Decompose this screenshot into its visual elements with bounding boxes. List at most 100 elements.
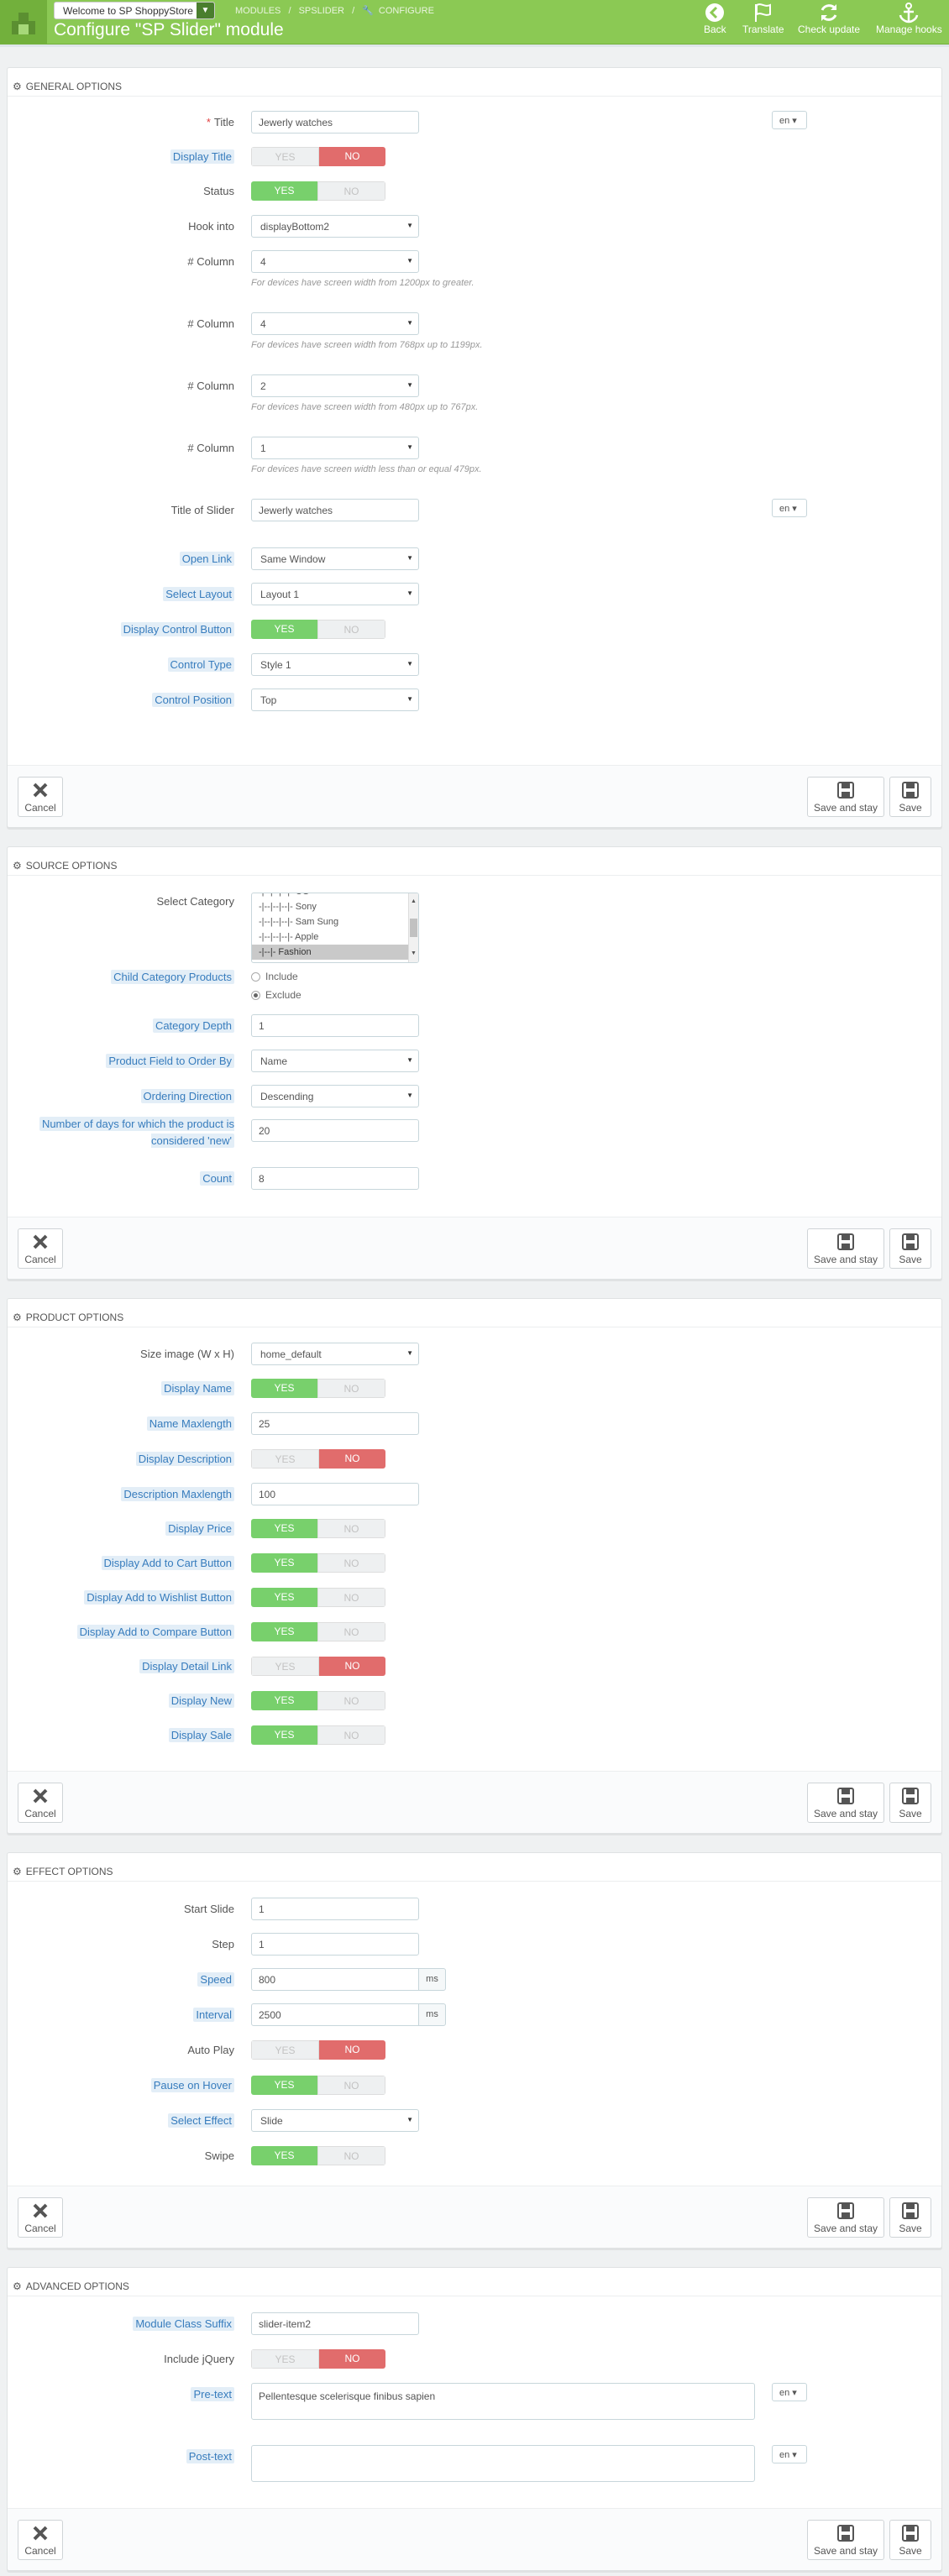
save-button[interactable]: Save: [889, 2520, 931, 2560]
cancel-button[interactable]: Cancel: [18, 2520, 63, 2560]
translate-button[interactable]: Translate: [742, 2, 784, 35]
category-label: Select Category: [156, 895, 235, 908]
add-to-compare-switch[interactable]: YES NO: [251, 1622, 385, 1641]
back-button[interactable]: Back: [704, 2, 726, 35]
list-item[interactable]: -|--|--|--|- Sony: [252, 899, 418, 914]
open-link-select[interactable]: Same Window: [251, 547, 419, 570]
scrollbar[interactable]: ▲ ▼: [408, 893, 418, 962]
post-text-textarea[interactable]: [251, 2445, 755, 2482]
exclude-radio[interactable]: Exclude: [251, 986, 301, 1004]
description-maxlength-input[interactable]: 100: [251, 1483, 419, 1505]
control-button-switch[interactable]: YES NO: [251, 620, 385, 639]
column-sm-select[interactable]: 2: [251, 374, 419, 397]
slider-title-input[interactable]: Jewerly watches: [251, 499, 419, 521]
column-lg-select[interactable]: 4: [251, 250, 419, 273]
hook-select[interactable]: displayBottom2: [251, 215, 419, 238]
save-icon: [902, 2525, 919, 2542]
language-dropdown[interactable]: en ▾: [772, 111, 807, 129]
save-and-stay-button[interactable]: Save and stay: [807, 1228, 884, 1269]
include-jquery-switch[interactable]: YES NO: [251, 2349, 385, 2369]
display-sale-switch[interactable]: YES NO: [251, 1725, 385, 1745]
control-position-select[interactable]: Top: [251, 689, 419, 711]
display-name-switch[interactable]: YES NO: [251, 1379, 385, 1398]
display-new-switch[interactable]: YES NO: [251, 1691, 385, 1710]
interval-input[interactable]: 2500: [251, 2003, 419, 2026]
display-price-switch[interactable]: YES NO: [251, 1519, 385, 1538]
step-input[interactable]: 1: [251, 1933, 419, 1956]
cancel-button[interactable]: Cancel: [18, 777, 63, 817]
help-text: For devices have screen width from 480px…: [251, 402, 479, 412]
class-suffix-input[interactable]: slider-item2: [251, 2312, 419, 2335]
post-text-label: Post-text: [186, 2449, 234, 2464]
panel-footer: Cancel Save and stay Save: [8, 2186, 941, 2248]
add-to-cart-switch[interactable]: YES NO: [251, 1553, 385, 1573]
page-title: Configure "SP Slider" module: [54, 20, 284, 39]
add-to-wishlist-switch[interactable]: YES NO: [251, 1588, 385, 1607]
order-by-select[interactable]: Name: [251, 1050, 419, 1072]
detail-link-switch[interactable]: YES NO: [251, 1657, 385, 1676]
name-maxlength-input[interactable]: 25: [251, 1412, 419, 1435]
save-button[interactable]: Save: [889, 777, 931, 817]
status-switch[interactable]: YES NO: [251, 181, 385, 201]
auto-play-switch[interactable]: YES NO: [251, 2040, 385, 2060]
list-item[interactable]: -|--|--|--|- Apple: [252, 929, 418, 945]
display-title-label: Display Title: [170, 149, 234, 165]
display-description-switch[interactable]: YES NO: [251, 1449, 385, 1469]
manage-hooks-button[interactable]: Manage hooks: [876, 2, 942, 35]
count-input[interactable]: 8: [251, 1167, 419, 1190]
save-and-stay-button[interactable]: Save and stay: [807, 1783, 884, 1823]
cancel-button[interactable]: Cancel: [18, 1228, 63, 1269]
class-suffix-label: Module Class Suffix: [133, 2317, 234, 2332]
refresh-icon: [821, 4, 837, 21]
list-item[interactable]: -|--|--|--|- CG: [252, 893, 418, 899]
display-title-switch[interactable]: YES NO: [251, 147, 385, 166]
check-update-button[interactable]: Check update: [798, 2, 860, 35]
new-days-input[interactable]: 20: [251, 1119, 419, 1142]
save-icon: [837, 1233, 854, 1250]
title-input[interactable]: Jewerly watches: [251, 111, 419, 134]
size-image-select[interactable]: home_default: [251, 1343, 419, 1365]
include-jquery-label: Include jQuery: [164, 2353, 234, 2365]
language-dropdown[interactable]: en ▾: [772, 2383, 807, 2401]
category-depth-input[interactable]: 1: [251, 1014, 419, 1037]
help-text: For devices have screen width less than …: [251, 464, 482, 474]
column-xs-select[interactable]: 1: [251, 437, 419, 459]
cogs-icon: ⚙: [13, 2280, 22, 2292]
save-icon: [837, 2202, 854, 2219]
save-and-stay-button[interactable]: Save and stay: [807, 777, 884, 817]
start-slide-input[interactable]: 1: [251, 1898, 419, 1920]
prestashop-logo-icon[interactable]: [0, 0, 47, 45]
column-md-select[interactable]: 4: [251, 312, 419, 335]
include-radio[interactable]: Include: [251, 967, 301, 986]
breadcrumb-modules[interactable]: MODULES: [235, 6, 281, 16]
save-button[interactable]: Save: [889, 1783, 931, 1823]
category-listbox[interactable]: -|--|--|--|- CG -|--|--|--|- Sony -|--|-…: [251, 893, 419, 963]
back-icon: [705, 3, 725, 22]
speed-input[interactable]: 800: [251, 1968, 419, 1991]
select-effect-label: Select Effect: [168, 2113, 234, 2128]
select-effect-select[interactable]: Slide: [251, 2109, 419, 2132]
save-button[interactable]: Save: [889, 1228, 931, 1269]
swipe-switch[interactable]: YES NO: [251, 2146, 385, 2165]
language-dropdown[interactable]: en ▾: [772, 2445, 807, 2463]
list-item-selected[interactable]: -|--|- Fashion: [252, 945, 418, 960]
breadcrumb-spslider[interactable]: SPSLIDER: [299, 6, 344, 16]
control-type-select[interactable]: Style 1: [251, 653, 419, 676]
save-and-stay-button[interactable]: Save and stay: [807, 2520, 884, 2560]
pre-text-textarea[interactable]: Pellentesque scelerisque finibus sapien: [251, 2383, 755, 2420]
panel-footer: Cancel Save and stay Save: [8, 1771, 941, 1833]
panel-title: GENERAL OPTIONS: [25, 80, 123, 92]
control-button-label: Display Control Button: [120, 622, 234, 637]
save-button[interactable]: Save: [889, 2197, 931, 2238]
store-select[interactable]: Welcome to SP ShoppyStore ▼: [54, 2, 215, 19]
list-item[interactable]: -|--|--|--|- Sam Sung: [252, 914, 418, 929]
language-dropdown[interactable]: en ▾: [772, 499, 807, 517]
layout-select[interactable]: Layout 1: [251, 583, 419, 605]
cancel-button[interactable]: Cancel: [18, 1783, 63, 1823]
hook-label: Hook into: [188, 220, 234, 233]
cancel-button[interactable]: Cancel: [18, 2197, 63, 2238]
save-and-stay-button[interactable]: Save and stay: [807, 2197, 884, 2238]
order-direction-select[interactable]: Descending: [251, 1085, 419, 1107]
source-options-panel: ⚙ SOURCE OPTIONS Select Category -|--|--|…: [7, 846, 942, 1280]
pause-hover-switch[interactable]: YES NO: [251, 2076, 385, 2095]
